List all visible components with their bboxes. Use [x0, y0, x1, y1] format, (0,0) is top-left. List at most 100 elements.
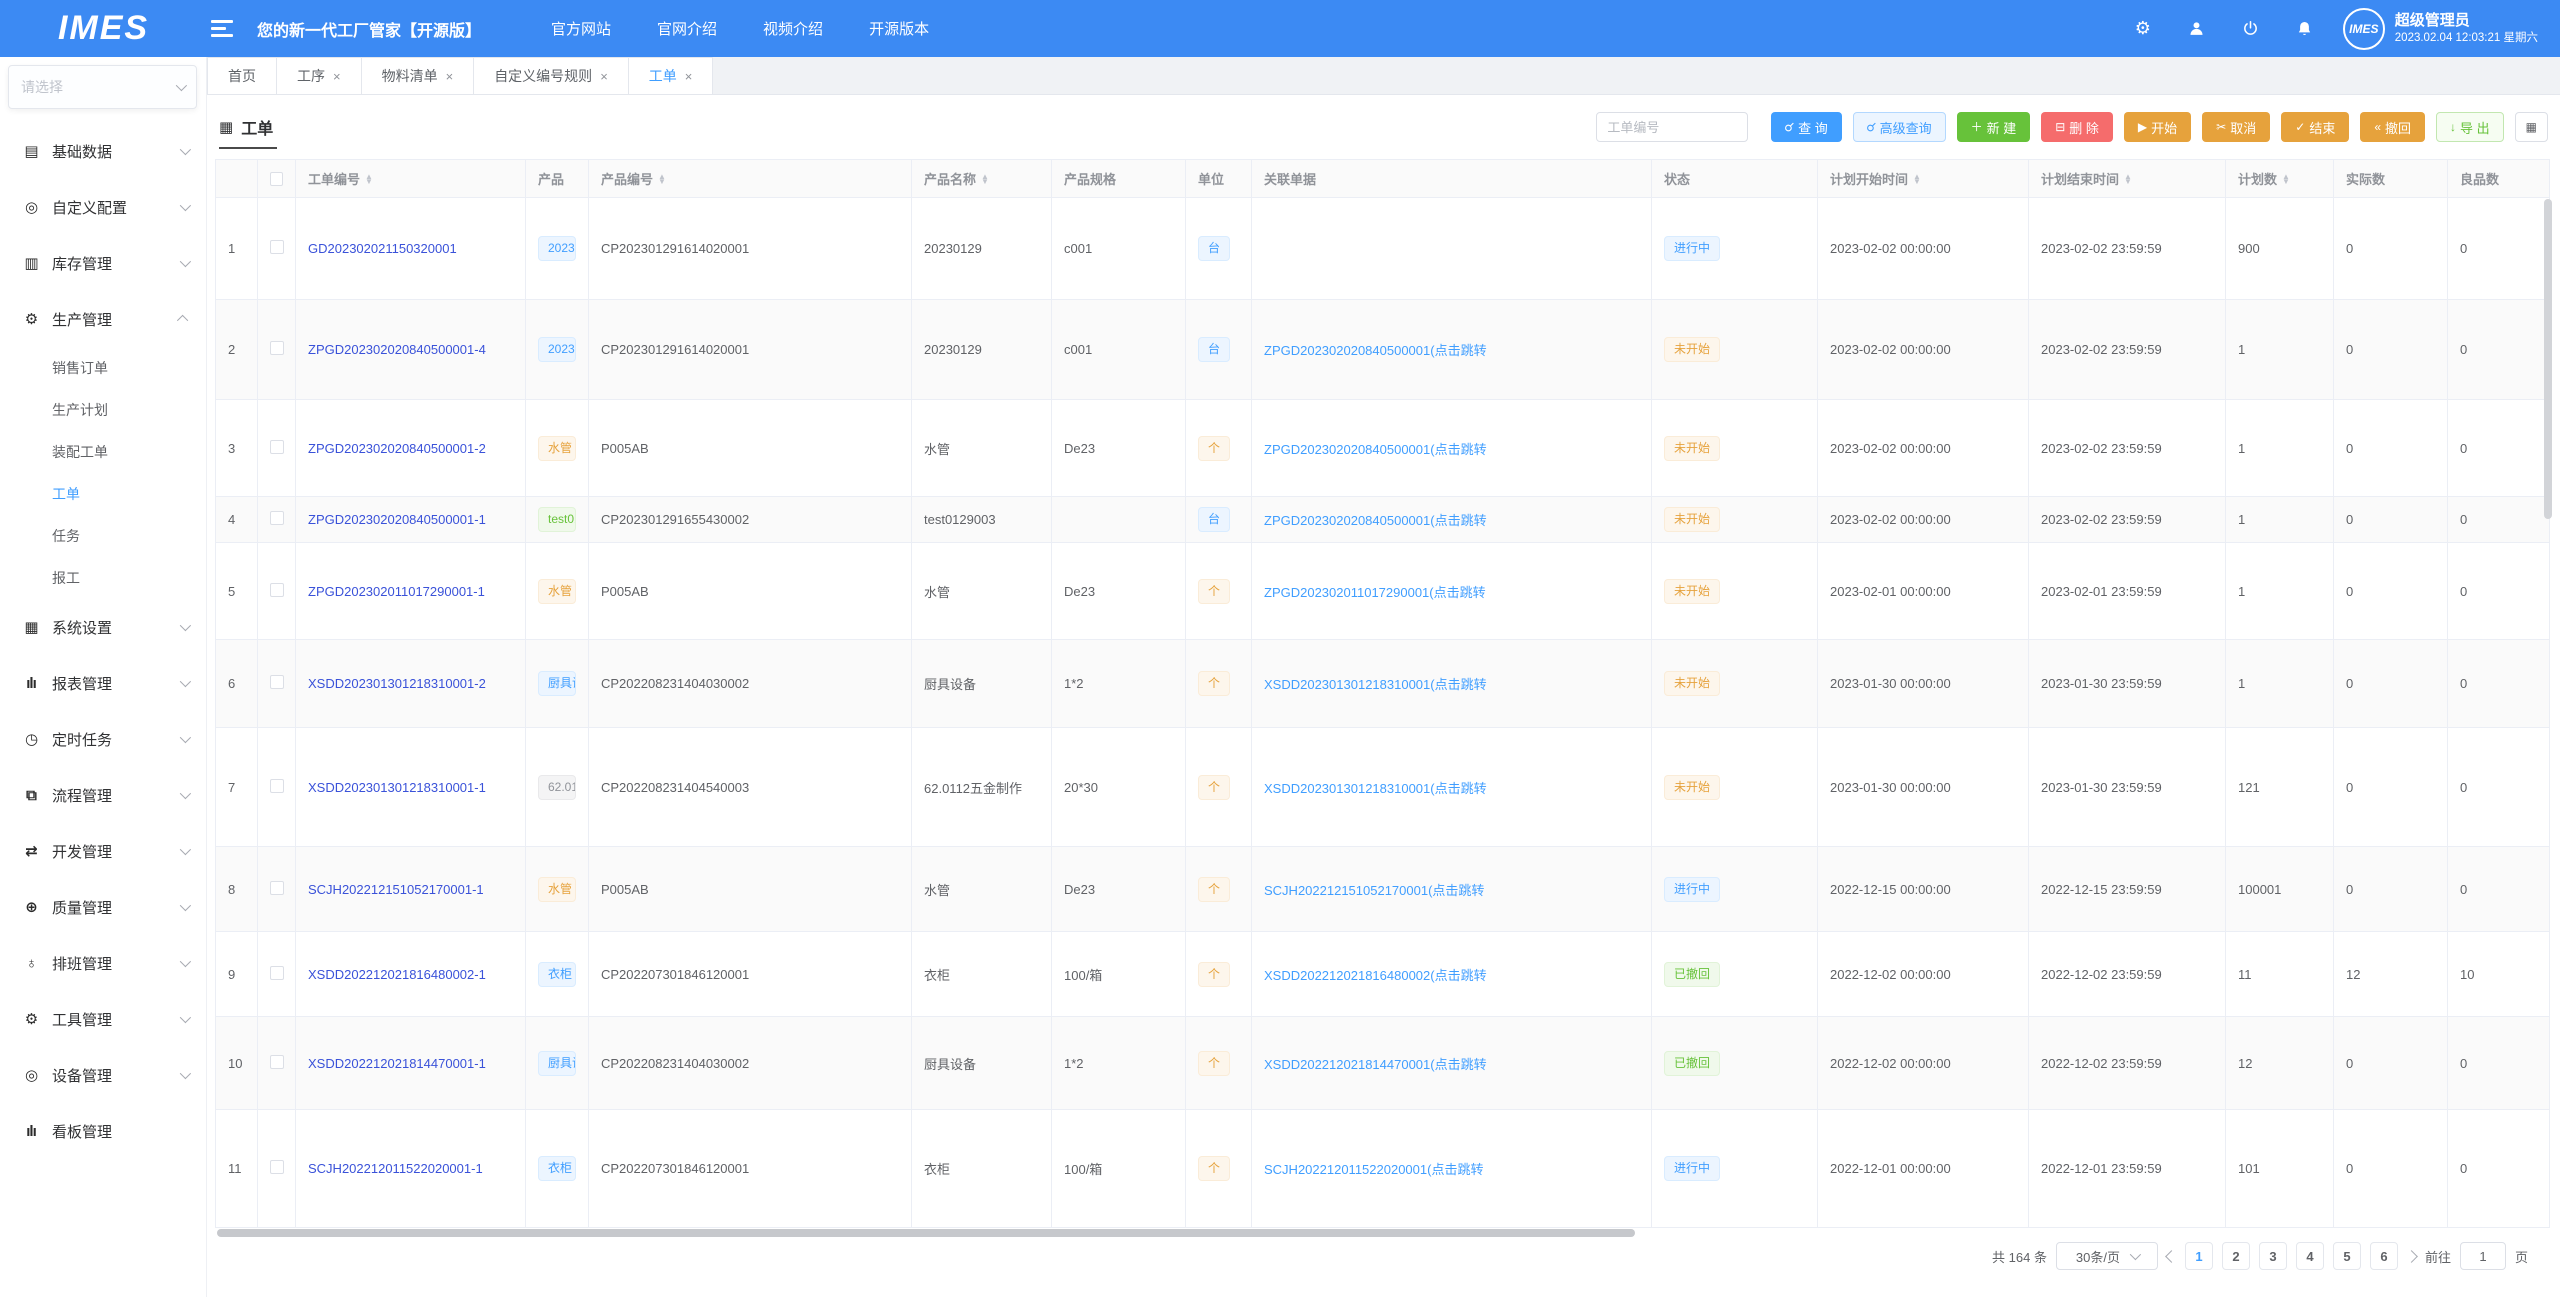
order-no-search-input[interactable] — [1596, 112, 1748, 142]
page-number-6[interactable]: 6 — [2370, 1242, 2398, 1270]
related-doc-link[interactable]: SCJH202212151052170001(点击跳转 — [1264, 883, 1484, 898]
related-doc-link[interactable]: ZPGD202302011017290001(点击跳转 — [1264, 585, 1486, 600]
close-icon[interactable]: × — [600, 69, 608, 84]
order-no-link[interactable]: ZPGD202302020840500001-1 — [308, 512, 486, 527]
button-删除[interactable]: ⊟删 除 — [2041, 112, 2113, 142]
tab-工序[interactable]: 工序× — [277, 57, 362, 94]
row-checkbox[interactable] — [270, 583, 284, 597]
row-checkbox[interactable] — [270, 1160, 284, 1174]
page-size-select[interactable]: 30条/页 — [2056, 1242, 2158, 1270]
button-撤回[interactable]: «撤回 — [2360, 112, 2425, 142]
sidebar-group-生产管理[interactable]: ⚙生产管理 — [0, 291, 206, 347]
related-doc-link[interactable]: XSDD202212021814470001(点击跳转 — [1264, 1057, 1487, 1072]
top-nav-link[interactable]: 官方网站 — [551, 18, 611, 39]
tab-工单[interactable]: 工单× — [629, 57, 714, 94]
top-nav-link[interactable]: 开源版本 — [869, 18, 929, 39]
page-number-4[interactable]: 4 — [2296, 1242, 2324, 1270]
row-checkbox[interactable] — [270, 440, 284, 454]
vertical-scrollbar[interactable] — [2544, 199, 2552, 519]
related-doc-link[interactable]: ZPGD202302020840500001(点击跳转 — [1264, 343, 1487, 358]
goto-page-input[interactable] — [2460, 1242, 2506, 1270]
order-no-link[interactable]: XSDD202212021816480002-1 — [308, 967, 486, 982]
sort-icon[interactable]: ▲▼ — [2124, 174, 2132, 184]
row-checkbox[interactable] — [270, 1055, 284, 1069]
related-doc-link[interactable]: XSDD202301301218310001(点击跳转 — [1264, 677, 1487, 692]
sidebar-group-流程管理[interactable]: ⧉流程管理 — [0, 767, 206, 823]
bell-icon[interactable] — [2295, 19, 2315, 39]
prev-page-icon[interactable] — [2165, 1250, 2178, 1263]
sidebar-item-生产计划[interactable]: 生产计划 — [0, 389, 206, 431]
related-doc-link[interactable]: SCJH202212011522020001(点击跳转 — [1264, 1162, 1483, 1177]
order-no-link[interactable]: ZPGD202302011017290001-1 — [308, 584, 485, 599]
related-doc-link[interactable]: XSDD202212021816480002(点击跳转 — [1264, 968, 1487, 983]
select-all-checkbox[interactable] — [270, 172, 283, 186]
row-checkbox[interactable] — [270, 240, 284, 254]
horizontal-scrollbar[interactable] — [217, 1229, 1635, 1237]
button-结束[interactable]: ✓结束 — [2281, 112, 2349, 142]
sort-icon[interactable]: ▲▼ — [658, 174, 666, 184]
page-number-2[interactable]: 2 — [2222, 1242, 2250, 1270]
sort-icon[interactable]: ▲▼ — [1913, 174, 1921, 184]
sidebar-group-系统设置[interactable]: ▦系统设置 — [0, 599, 206, 655]
top-nav-link[interactable]: 官网介绍 — [657, 18, 717, 39]
row-checkbox[interactable] — [270, 966, 284, 980]
order-no-link[interactable]: XSDD202212021814470001-1 — [308, 1056, 486, 1071]
sidebar-group-排班管理[interactable]: ♁排班管理 — [0, 935, 206, 991]
button-查询[interactable]: ⚲查 询 — [1771, 112, 1841, 142]
row-checkbox[interactable] — [270, 675, 284, 689]
sidebar-group-看板管理[interactable]: ılı看板管理 — [0, 1103, 206, 1159]
sidebar-group-质量管理[interactable]: ⊕质量管理 — [0, 879, 206, 935]
order-no-link[interactable]: SCJH202212011522020001-1 — [308, 1161, 483, 1176]
page-number-5[interactable]: 5 — [2333, 1242, 2361, 1270]
order-no-link[interactable]: SCJH202212151052170001-1 — [308, 882, 484, 897]
order-no-link[interactable]: GD202302021150320001 — [308, 241, 457, 256]
sidebar-group-自定义配置[interactable]: ◎自定义配置 — [0, 179, 206, 235]
row-checkbox[interactable] — [270, 511, 284, 525]
button-导出[interactable]: ↓导 出 — [2436, 112, 2504, 142]
related-doc-link[interactable]: ZPGD202302020840500001(点击跳转 — [1264, 513, 1487, 528]
close-icon[interactable]: × — [446, 69, 454, 84]
column-settings-button[interactable]: ▦ — [2515, 112, 2548, 142]
button-开始[interactable]: ▶开始 — [2124, 112, 2191, 142]
row-checkbox[interactable] — [270, 881, 284, 895]
top-nav-link[interactable]: 视频介绍 — [763, 18, 823, 39]
hamburger-menu-icon[interactable] — [211, 16, 233, 41]
power-icon[interactable] — [2241, 19, 2261, 39]
order-no-link[interactable]: ZPGD202302020840500001-4 — [308, 342, 486, 357]
close-icon[interactable]: × — [333, 69, 341, 84]
tab-自定义编号规则[interactable]: 自定义编号规则× — [474, 57, 629, 94]
sidebar-group-报表管理[interactable]: ılı报表管理 — [0, 655, 206, 711]
sidebar-item-工单[interactable]: 工单 — [0, 473, 206, 515]
sidebar-group-开发管理[interactable]: ⇄开发管理 — [0, 823, 206, 879]
sidebar-item-销售订单[interactable]: 销售订单 — [0, 347, 206, 389]
order-no-link[interactable]: ZPGD202302020840500001-2 — [308, 441, 486, 456]
related-doc-link[interactable]: XSDD202301301218310001(点击跳转 — [1264, 781, 1487, 796]
next-page-icon[interactable] — [2405, 1250, 2418, 1263]
button-高级查询[interactable]: ⚲高级查询 — [1853, 112, 1946, 142]
page-number-1[interactable]: 1 — [2185, 1242, 2213, 1270]
sort-icon[interactable]: ▲▼ — [981, 174, 989, 184]
related-doc-link[interactable]: ZPGD202302020840500001(点击跳转 — [1264, 442, 1487, 457]
row-checkbox[interactable] — [270, 779, 284, 793]
button-取消[interactable]: ✂取消 — [2202, 112, 2270, 142]
sort-icon[interactable]: ▲▼ — [365, 174, 373, 184]
sidebar-item-任务[interactable]: 任务 — [0, 515, 206, 557]
tab-物料清单[interactable]: 物料清单× — [362, 57, 475, 94]
sidebar-group-设备管理[interactable]: ◎设备管理 — [0, 1047, 206, 1103]
sidebar-item-装配工单[interactable]: 装配工单 — [0, 431, 206, 473]
sidebar-group-基础数据[interactable]: ▤基础数据 — [0, 123, 206, 179]
sidebar-group-库存管理[interactable]: ▥库存管理 — [0, 235, 206, 291]
close-icon[interactable]: × — [685, 69, 693, 84]
sidebar-group-工具管理[interactable]: ⚙工具管理 — [0, 991, 206, 1047]
sidebar-item-报工[interactable]: 报工 — [0, 557, 206, 599]
menu-search-select[interactable]: 请选择 — [8, 65, 197, 109]
tab-首页[interactable]: 首页 — [207, 57, 277, 94]
settings-icon[interactable]: ⚙ — [2133, 19, 2153, 39]
order-no-link[interactable]: XSDD202301301218310001-2 — [308, 676, 486, 691]
row-checkbox[interactable] — [270, 341, 284, 355]
sidebar-group-定时任务[interactable]: ◷定时任务 — [0, 711, 206, 767]
button-新建[interactable]: ＋新 建 — [1957, 112, 2031, 142]
user-avatar[interactable]: IMES — [2343, 8, 2385, 50]
sort-icon[interactable]: ▲▼ — [2282, 174, 2290, 184]
user-icon[interactable] — [2187, 19, 2207, 39]
